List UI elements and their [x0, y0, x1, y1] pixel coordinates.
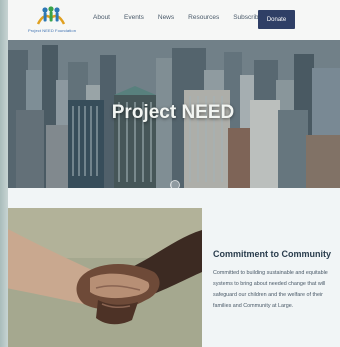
site-logo[interactable]: Project NEED Foundation: [26, 4, 78, 36]
nav-news[interactable]: News: [151, 14, 181, 21]
nav-about[interactable]: About: [86, 14, 117, 21]
web-page: Project NEED Foundation About Events New…: [6, 0, 340, 347]
scroll-down-indicator[interactable]: [170, 180, 180, 188]
donate-button[interactable]: Donate: [258, 10, 295, 29]
main-nav: About Events News Resources Subscribe: [86, 14, 269, 21]
logo-text: Project NEED Foundation: [27, 28, 77, 33]
hero-banner: Project NEED: [6, 40, 340, 188]
hands-image: [6, 208, 202, 347]
feature-description: Committed to building sustainable and eq…: [213, 270, 328, 309]
clasped-hands-icon: [6, 208, 202, 347]
logo-figures-icon: [36, 6, 66, 25]
feature-title: Commitment to Community: [213, 249, 331, 259]
feature-section: Commitment to Community Committed to bui…: [6, 188, 340, 347]
nav-events[interactable]: Events: [117, 14, 151, 21]
nav-resources[interactable]: Resources: [181, 14, 226, 21]
hero-title: Project NEED: [111, 102, 235, 123]
site-header: Project NEED Foundation About Events New…: [6, 0, 340, 40]
window-edge: [0, 0, 8, 347]
